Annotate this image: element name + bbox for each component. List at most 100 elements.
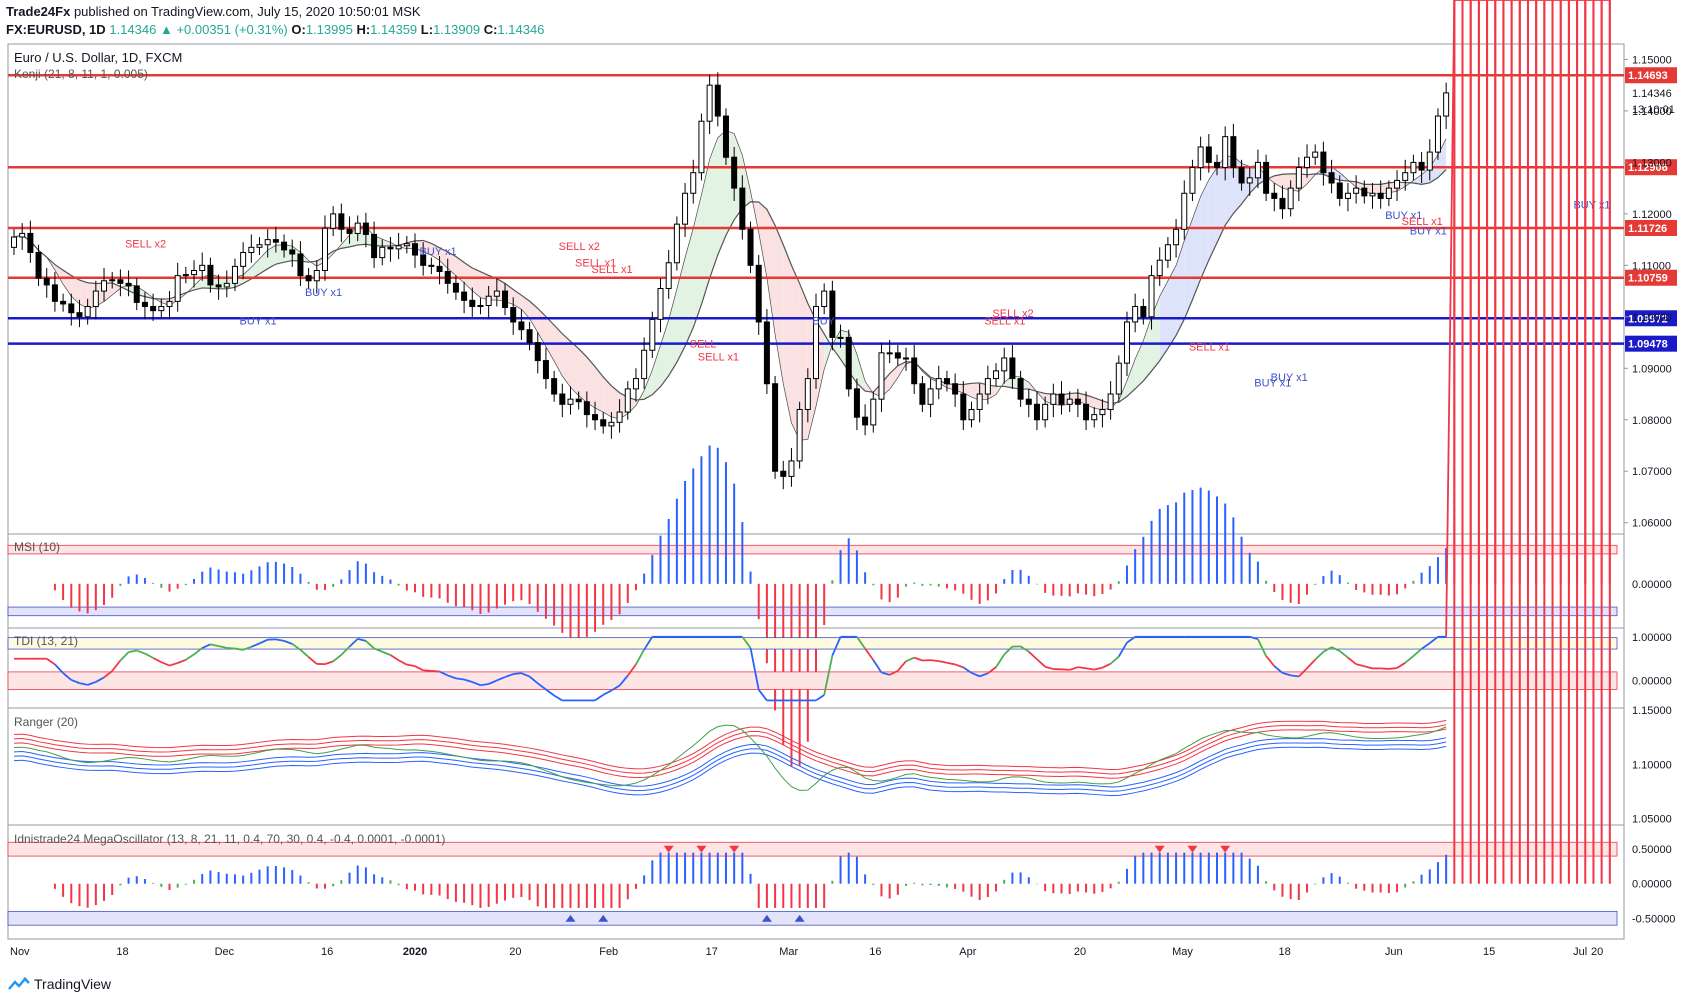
buy-signal-label: BUY x1 [1254,377,1291,389]
candle-body [1074,398,1081,405]
candle-body [272,239,279,243]
channel-fill-segment [685,228,694,347]
channel-fill-segment [259,250,268,274]
candle-body [1279,197,1286,210]
tdi-line-segment [758,689,768,701]
candle-body [1254,161,1261,179]
msi-title: MSI (10) [14,540,60,554]
tdi-line-segment [1355,663,1365,668]
candle-body [354,222,361,234]
candle-body [109,279,116,282]
candle-body [281,241,288,251]
buy-signal-label: BUY x1 [240,316,277,328]
candle-body [1058,393,1065,405]
tdi-line-segment [1380,667,1389,670]
candle-body [829,290,836,338]
candle-body [321,227,328,271]
channel-fill-segment [529,301,538,333]
candle-body [1312,151,1319,158]
candle-body [968,408,975,421]
tdi-line-segment [431,669,440,673]
candle-body [1083,403,1090,421]
tdi-line-segment [324,660,334,665]
tdi-line-segment [1265,655,1275,667]
time-axis-label: 20 [509,946,521,958]
tdi-line-segment [1290,674,1299,678]
channel-fill-segment [1192,196,1201,300]
candle-body [51,284,58,302]
tdi-line-segment [169,662,178,667]
candle-body [502,290,509,309]
tdi-axis-label: 1.00000 [1632,632,1672,644]
level-price-label: 1.10759 [1628,273,1668,285]
time-axis-label: Mar [779,946,798,958]
candle-body [853,388,860,418]
candle-body [960,393,967,421]
candle-body [493,290,500,297]
tdi-line-segment [185,653,195,661]
candle-body [1246,177,1253,184]
candle-body [428,264,435,267]
candle-body [755,264,762,323]
candle-body [84,306,91,318]
channel-fill-segment [668,289,677,376]
candle-body [526,329,533,344]
candle-body [1173,228,1180,246]
tdi-axis-label: 0.00000 [1632,676,1672,688]
tdi-line-segment [635,649,645,665]
candle-body [289,249,296,255]
candle-body [412,243,418,256]
candle-body [1017,378,1024,400]
price-axis-label: 1.06000 [1632,518,1672,530]
tdi-line-segment [226,646,236,650]
candle-body [1181,192,1188,230]
candle-body [821,290,828,308]
candle-body [551,378,558,395]
candle-body [125,282,132,287]
tdi-line-segment [1339,650,1349,659]
time-axis-label: 17 [706,946,718,958]
tdi-line-segment [513,672,522,675]
time-axis-label: Feb [599,946,618,958]
candle-body [878,352,885,400]
tdi-line-segment [308,656,318,665]
level-price-label: 1.11726 [1628,223,1667,235]
candle-body [1287,187,1294,210]
candle-body [1402,172,1409,181]
sell-signal-label: SELL x2 [125,238,166,250]
candle-body [1115,362,1122,395]
candle-body [534,342,541,362]
tdi-line-segment [1364,665,1373,670]
candle-body [68,303,75,314]
tdi-line-segment [128,649,137,654]
candle-body [894,352,901,359]
tradingview-logo[interactable]: TradingView [8,976,111,992]
tdi-line-segment [332,654,342,663]
candle-body [1214,161,1220,169]
osc-axis-label: 0.00000 [1632,879,1672,891]
candle-body [1426,151,1433,171]
chart-canvas[interactable]: 1.146931.129061.117261.107591.099721.094… [0,0,1688,1002]
buy-signal-label: BUY x1 [1410,225,1447,237]
candle-body [911,357,918,385]
candle-body [624,388,631,413]
tdi-line-segment [177,658,187,664]
price-axis-label: 1.07000 [1632,466,1672,478]
candle-body [583,401,590,416]
candle-body [444,271,451,284]
time-axis-label: Nov [10,946,30,958]
candle-body [215,284,222,288]
buy-signal-label: BUY x1 [1573,200,1610,212]
tdi-line-segment [594,694,604,702]
candle-body [1123,321,1130,364]
candle-body [657,288,664,320]
osc-axis-label: 0.50000 [1632,844,1672,856]
tdi-line-segment [553,694,563,702]
tradingview-logo-icon [8,977,30,990]
tdi-line-segment [1102,662,1111,669]
tdi-line-segment [864,648,875,661]
sell-signal-label: SELL x1 [984,316,1025,328]
candle-body [1353,187,1360,194]
time-axis-label: 16 [321,946,333,958]
candle-body [182,274,189,277]
